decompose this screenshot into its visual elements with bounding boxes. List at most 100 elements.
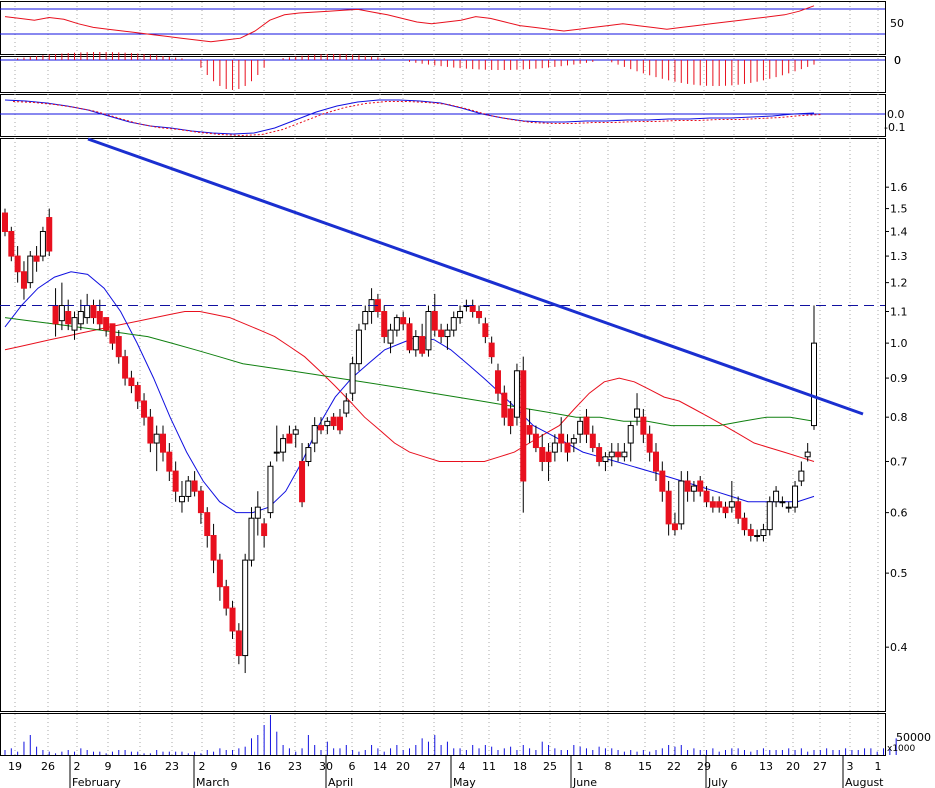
candle-up (785, 506, 792, 509)
candle-down (223, 586, 230, 609)
candle-down (286, 433, 293, 444)
candle-down (197, 490, 204, 514)
candle-down (722, 506, 729, 514)
candle-down (134, 385, 141, 402)
histogram-tick-label: 0 (894, 54, 901, 67)
candle-up (84, 305, 91, 319)
date-day-label: 9 (105, 760, 112, 773)
candle-down (141, 400, 148, 418)
candle-down (671, 523, 678, 531)
candle-up (513, 370, 520, 418)
candle-down (8, 230, 15, 257)
candle-up (792, 485, 799, 508)
candle-up (267, 465, 274, 514)
candle-down (709, 501, 716, 508)
candle-up (450, 317, 457, 331)
candle-up (27, 255, 34, 284)
candle-down (229, 607, 236, 632)
candle-down (431, 311, 438, 331)
date-day-label: 23 (288, 760, 302, 773)
candle-up (273, 451, 280, 454)
candle-down (520, 370, 527, 482)
candle-down (735, 501, 742, 519)
date-month-label: April (328, 776, 353, 788)
candle-down (166, 451, 173, 472)
candle-down (558, 433, 565, 444)
date-day-label: 11 (482, 760, 496, 773)
candle-down (646, 433, 653, 453)
candle-down (652, 451, 659, 472)
date-month-label: May (453, 776, 476, 788)
price-tick-label: 0.6 (890, 507, 908, 520)
candle-down (204, 512, 211, 537)
candle-up (58, 305, 65, 322)
candle-down (147, 416, 154, 444)
candle-up (185, 480, 192, 497)
date-day-label: 6 (731, 760, 738, 773)
date-day-label: 20 (786, 760, 800, 773)
candle-down (299, 460, 306, 503)
candle-down (545, 451, 552, 462)
date-day-label: 20 (396, 760, 410, 773)
candle-down (697, 480, 704, 492)
candle-down (476, 311, 483, 319)
vertical-gridlines (14, 2, 879, 755)
candle-down (539, 447, 546, 462)
candle-up (343, 400, 350, 414)
date-axis: 19 26 2 9 16 23 2 9 16 23 30 6 14 20 27 4 11 18 25 1 8 15 22 29… (8, 756, 884, 788)
candle-up (311, 425, 318, 444)
candle-up (349, 363, 356, 394)
annotations (0, 137, 885, 416)
stock-chart: 1.61.51.41.31.21.11.00.90.80.70.60.50.4 … (0, 1, 931, 788)
candle-down (14, 255, 21, 273)
candle-up (811, 342, 817, 427)
candle-down (665, 490, 672, 525)
candle-down (482, 323, 489, 338)
candle-up (280, 438, 287, 453)
candle-down (33, 255, 40, 262)
candle-down (488, 342, 495, 358)
candle-up (804, 451, 811, 458)
candle-down (20, 271, 27, 289)
candle-up (621, 451, 628, 458)
candle-up (551, 442, 558, 453)
candle-up (387, 329, 394, 344)
candle-down (336, 416, 343, 431)
candle-up (760, 529, 767, 537)
candle-down (716, 501, 723, 508)
candle-down (103, 317, 110, 331)
price-tick-label: 1.4 (890, 225, 908, 238)
date-month-label: March (196, 776, 230, 788)
candle-down (596, 447, 603, 462)
candle-up (779, 501, 786, 504)
date-day-label: 1 (577, 760, 584, 773)
candle-down (191, 480, 198, 492)
candle-down (741, 517, 748, 531)
price-tick-label: 0.7 (890, 455, 908, 468)
date-day-label: 27 (427, 760, 441, 773)
volume-panel (0, 713, 886, 756)
candle-down (65, 311, 72, 325)
candle-down (400, 317, 407, 325)
candle-down (381, 311, 388, 338)
price-tick-label: 0.4 (890, 641, 908, 654)
date-month-label: July (707, 776, 728, 788)
downtrend-line (87, 137, 864, 416)
date-day-label: 14 (373, 760, 387, 773)
moving-average-blue (4, 271, 815, 514)
candle-up (242, 559, 249, 657)
candle-down (318, 425, 325, 431)
candle-up (305, 447, 312, 462)
date-day-label: 2 (74, 760, 81, 773)
candle-down (261, 523, 268, 537)
price-tick-label: 0.8 (890, 411, 908, 424)
candle-down (564, 442, 571, 453)
candle-up (773, 490, 780, 503)
candle-up (362, 311, 369, 325)
candle-down (406, 323, 413, 351)
candle-down (747, 529, 754, 537)
candle-down (507, 408, 514, 427)
date-day-label: 26 (41, 760, 55, 773)
macd-tick-label: -0.1 (884, 121, 905, 134)
macd-panel (0, 94, 886, 137)
